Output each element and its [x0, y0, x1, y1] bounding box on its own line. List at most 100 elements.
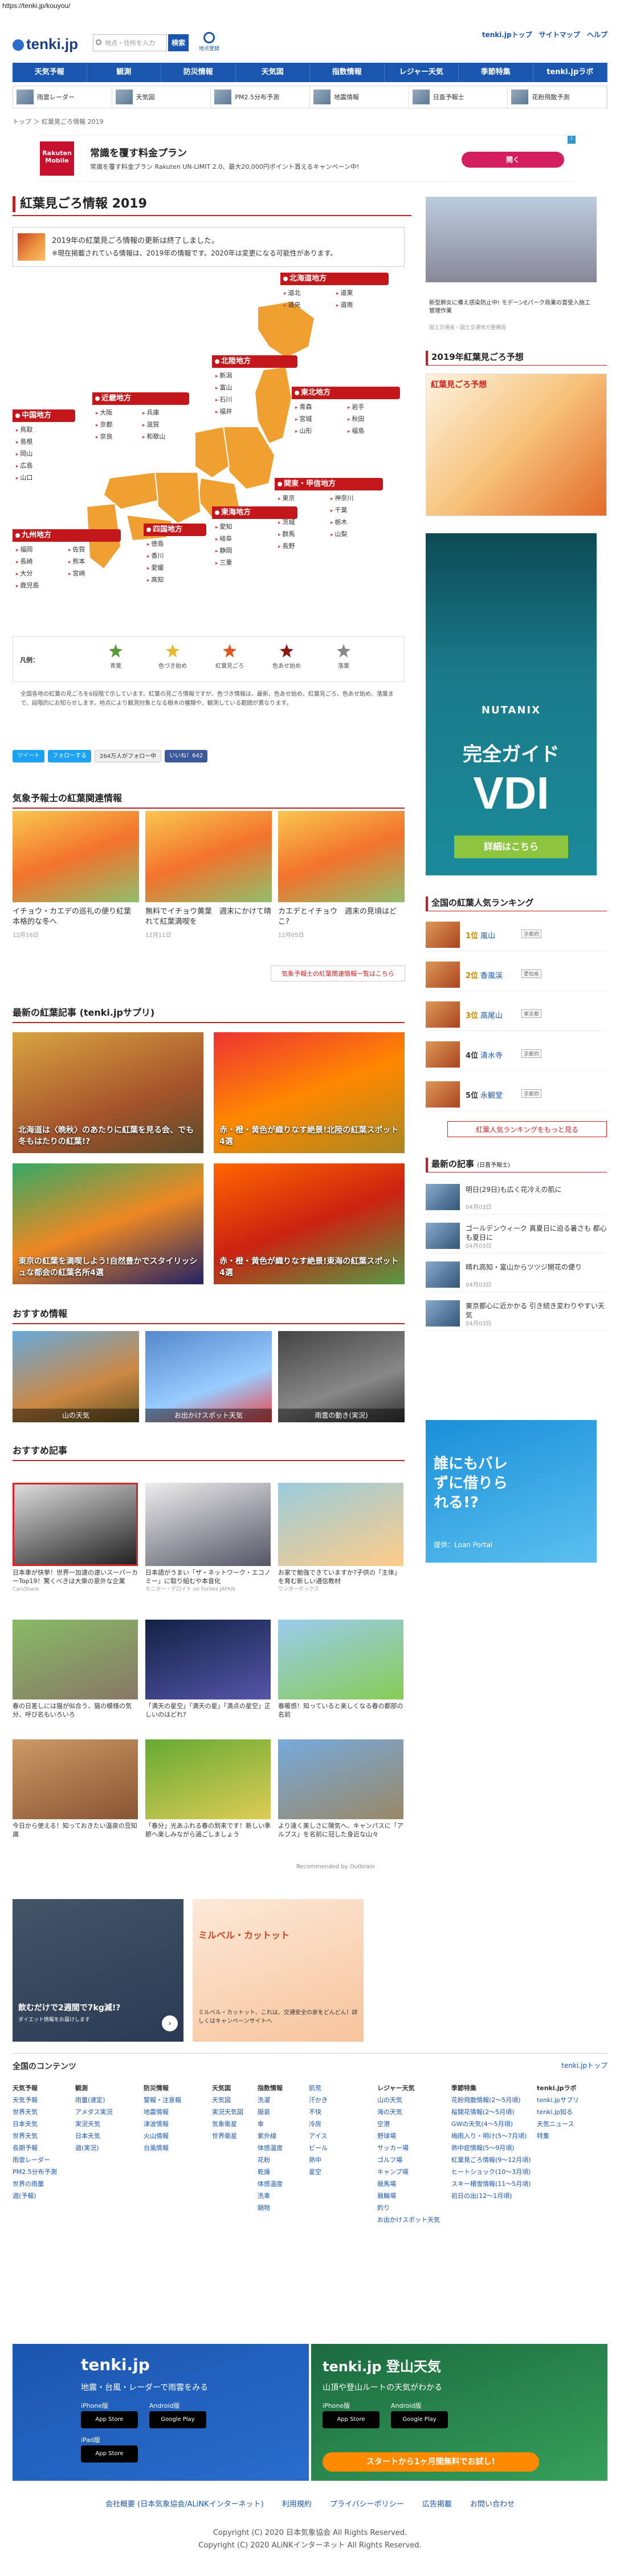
side-ad-nutanix[interactable]: NUTANIX 完全ガイド VDI 詳細はこちら: [426, 533, 597, 875]
footer-link[interactable]: 天気ニュース: [537, 2118, 579, 2130]
footer-col-heading[interactable]: 天気予報: [13, 2082, 57, 2094]
pref-link[interactable]: 徳島: [147, 538, 206, 550]
top-link-home[interactable]: tenki.jpトップ: [482, 31, 532, 39]
location-setting-button[interactable]: 地点登録: [199, 32, 219, 52]
pref-link[interactable]: 富山: [215, 382, 297, 394]
footer-link[interactable]: ビール: [309, 2142, 328, 2154]
pref-link[interactable]: 東京: [278, 493, 331, 505]
footer-link[interactable]: 世界天気: [13, 2130, 57, 2142]
footer-link[interactable]: 熱中: [309, 2154, 328, 2166]
pref-link[interactable]: 岡山: [16, 448, 75, 460]
footer-link[interactable]: 洗車: [258, 2190, 283, 2202]
footer-link[interactable]: 花粉: [258, 2154, 283, 2166]
nav-forecast[interactable]: 天気予報: [13, 63, 87, 82]
footer-link[interactable]: 体感温度: [258, 2178, 283, 2190]
pref-link[interactable]: 鳥取: [16, 424, 75, 436]
footer-link[interactable]: 鍋物: [258, 2202, 283, 2214]
pref-link[interactable]: 千葉: [331, 505, 383, 517]
expert-more-link[interactable]: 気象予報士の紅葉関連情報一覧はこちら: [271, 966, 405, 981]
footer-link[interactable]: 服装: [258, 2106, 283, 2118]
side-ad-1[interactable]: 新型肺炎に備え感染防止中! モデーンEパーク商業の賞受入施工管理作業 国土交通省・…: [426, 197, 597, 339]
region-header[interactable]: 四国地方: [144, 524, 206, 536]
follow-button[interactable]: フォローする: [48, 750, 91, 762]
pref-link[interactable]: 広島: [16, 460, 75, 472]
footer-link[interactable]: PM2.5分布予測: [13, 2166, 57, 2178]
pref-link[interactable]: 青森: [295, 401, 348, 413]
region-header[interactable]: 関東・甲信地方: [275, 478, 383, 490]
pref-link[interactable]: 道央: [284, 299, 336, 311]
footer-link[interactable]: 日本天気: [13, 2118, 57, 2130]
expert-card-1[interactable]: イチョウ・カエデの巡礼の便り紅葉 本格的な冬へ 12月16日: [13, 811, 139, 941]
pref-link[interactable]: 愛媛: [147, 562, 206, 574]
footer-link[interactable]: 世界天気: [13, 2106, 57, 2118]
expert-card-2[interactable]: 無料でイチョウ黄葉 週末にかけて晴れて紅葉満喫を 12月11日: [145, 811, 272, 941]
footer-link[interactable]: 台風情報: [144, 2142, 181, 2154]
pref-link[interactable]: 大阪: [96, 407, 142, 419]
subnav-weathermap[interactable]: 天気図: [112, 86, 211, 108]
top-link-sitemap[interactable]: サイトマップ: [539, 31, 580, 39]
pref-link[interactable]: 佐賀: [68, 544, 121, 556]
pref-link[interactable]: 道東: [336, 287, 389, 299]
footer-link[interactable]: お出かけスポット天気: [377, 2214, 440, 2226]
region-kyushu[interactable]: 九州地方 福岡佐賀長崎熊本大分宮崎鹿児島: [13, 529, 121, 592]
pref-link[interactable]: 愛知: [215, 521, 297, 533]
pref-link[interactable]: 福岡: [16, 544, 68, 556]
footer-link[interactable]: 熱中症情報(5〜9月頃): [451, 2142, 531, 2154]
pref-link[interactable]: 宮城: [295, 413, 348, 425]
site-logo[interactable]: tenki.jp: [13, 35, 78, 53]
region-chugoku[interactable]: 中国地方 鳥取島根岡山広島山口: [13, 409, 75, 484]
footer-link[interactable]: tenki.jpサプリ: [537, 2094, 579, 2106]
pref-link[interactable]: 山梨: [331, 529, 383, 541]
map-hokuriku[interactable]: [194, 425, 230, 479]
footer-link[interactable]: キャンプ場: [377, 2166, 440, 2178]
ad-open-button[interactable]: 開く: [462, 152, 564, 168]
footer-link[interactable]: 冷房: [309, 2118, 328, 2130]
nav-observation[interactable]: 観測: [87, 63, 161, 82]
pref-link[interactable]: 福井: [215, 406, 297, 418]
pref-link[interactable]: 香川: [147, 550, 206, 562]
rec-article-2[interactable]: 日本語がうまい「ザ・ネットワーク・エコノミー」に取り組むや本音化 モニター・デロイ…: [145, 1483, 271, 1594]
ipad-store-button[interactable]: App Store: [81, 2445, 138, 2463]
footer-link[interactable]: 天気予報: [13, 2094, 57, 2106]
pref-link[interactable]: 和歌山: [142, 431, 189, 443]
pref-link[interactable]: 石川: [215, 394, 297, 406]
region-header[interactable]: 中国地方: [13, 409, 75, 422]
side-ad-loan[interactable]: 誰にもバレずに借りられる!? 提供：Loan Portal: [426, 1420, 597, 1563]
link-company[interactable]: 会社概要 (日本気象協会/ALiNKインターネット): [105, 2500, 264, 2509]
rec-article-4[interactable]: 春の日差しには猫が似合う、猫の模様の気分、呼び名もいろいろ: [13, 1620, 138, 1719]
latest-article-2[interactable]: 赤・橙・黄色が織りなす絶景!北陸の紅葉スポット4選: [214, 1032, 405, 1153]
pref-link[interactable]: 岐阜: [215, 533, 297, 545]
region-kinki[interactable]: 近畿地方 大阪兵庫京都滋賀奈良和歌山: [92, 392, 189, 443]
footer-col-heading[interactable]: 防災情報: [144, 2082, 181, 2094]
footer-link[interactable]: 紅葉見ごろ情報(9〜12月頃): [451, 2154, 531, 2166]
footer-col-heading[interactable]: レジャー天気: [377, 2082, 440, 2094]
pref-link[interactable]: 長崎: [16, 556, 68, 568]
region-tohoku[interactable]: 東北地方 青森岩手宮城秋田山形福島: [292, 387, 400, 437]
footer-link[interactable]: 釣り: [377, 2202, 440, 2214]
link-ad[interactable]: 広告掲載: [422, 2500, 452, 2509]
rec-article-6[interactable]: 春暖感！知っていると楽しくなる春の都部の名前: [278, 1620, 403, 1719]
nav-lab[interactable]: tenki.jpラボ: [533, 63, 607, 82]
pref-link[interactable]: 滋賀: [142, 419, 189, 431]
pref-link[interactable]: 大分: [16, 568, 68, 580]
forecast-map-thumb[interactable]: 紅葉見ごろ予想: [426, 374, 607, 516]
rec-article-5[interactable]: 「満天の星空」「満天の星」「満点の星空」正しいのはどれ?: [145, 1620, 271, 1719]
region-header[interactable]: 東海地方: [212, 506, 297, 519]
pref-link[interactable]: 三重: [215, 557, 297, 569]
footer-link[interactable]: 週(予報): [13, 2190, 57, 2202]
footer-link[interactable]: 山の天気: [377, 2094, 440, 2106]
footer-link[interactable]: 初日の出(12〜1月頃): [451, 2190, 531, 2202]
nav-index[interactable]: 指数情報: [310, 63, 385, 82]
footer-link[interactable]: 肌荒: [309, 2082, 328, 2094]
news-item-2[interactable]: ゴールデンウィーク 真夏日に迫る暑さも 都心も夏日に 04月03日: [426, 1219, 607, 1253]
pref-link[interactable]: 岩手: [348, 401, 400, 413]
subnav-radar[interactable]: 雨雲レーダー: [13, 86, 112, 108]
footer-link[interactable]: 週(実況): [75, 2142, 112, 2154]
footer-col-heading[interactable]: 天気図: [212, 2082, 243, 2094]
footer-link[interactable]: 地震情報: [144, 2106, 181, 2118]
footer-link[interactable]: 不快: [309, 2106, 328, 2118]
nav-weather-map[interactable]: 天気図: [236, 63, 310, 82]
pref-link[interactable]: 鹿児島: [16, 580, 68, 592]
region-shikoku[interactable]: 四国地方 徳島香川愛媛高知: [144, 524, 206, 586]
ranking-item-3[interactable]: 3位 高尾山 東京都: [426, 998, 607, 1031]
